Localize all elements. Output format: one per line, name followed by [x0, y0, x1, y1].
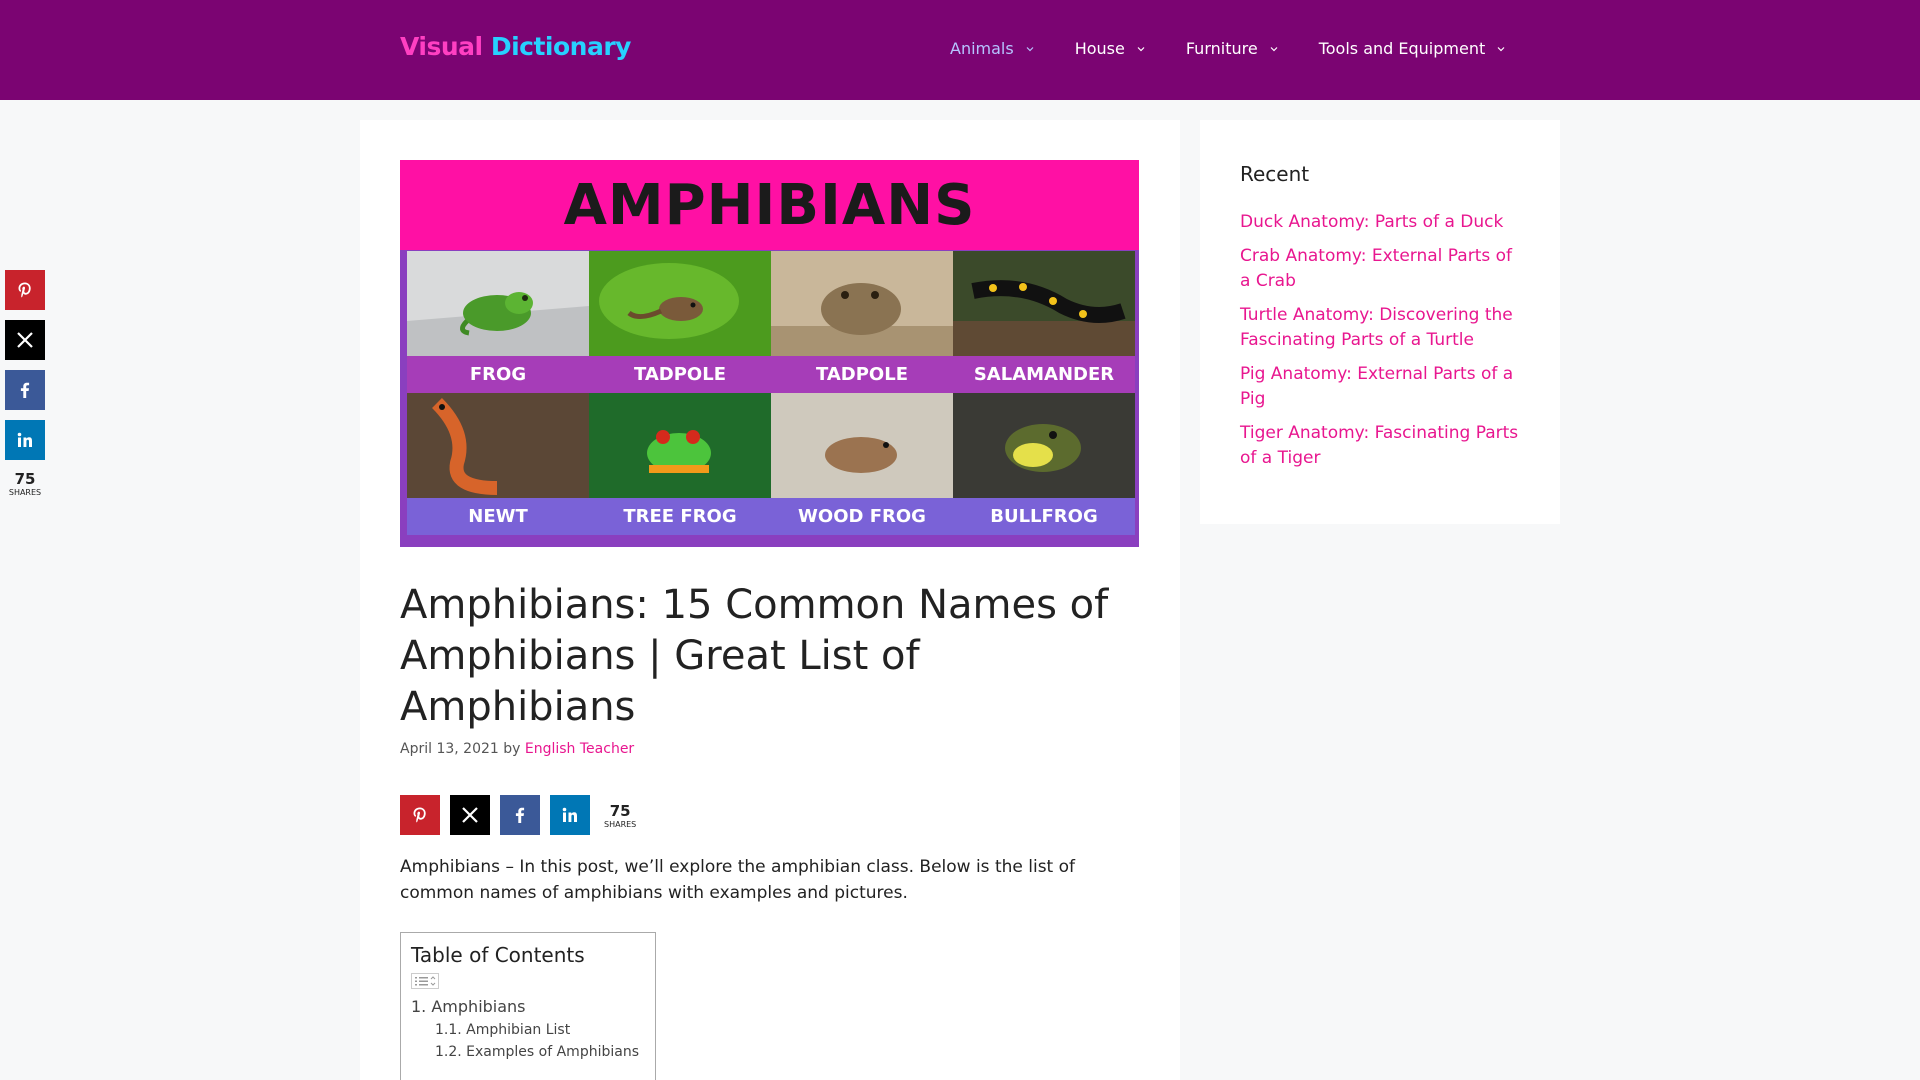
toc-num: 1.1. [435, 1022, 462, 1038]
x-share-button[interactable] [5, 320, 45, 360]
grid-caption: TREE FROG [589, 498, 771, 535]
share-count: 75 [14, 470, 36, 488]
hero-title: AMPHIBIANS [563, 172, 976, 238]
logo-word-visual: Visual [400, 32, 483, 61]
post-meta: April 13, 2021 by English Teacher [400, 741, 634, 757]
toc-item-examples-of-amphibians[interactable]: 1.2. Examples of Amphibians [435, 1044, 645, 1060]
grid-caption: SALAMANDER [953, 356, 1135, 393]
bullfrog-image [953, 393, 1135, 498]
chevron-down-icon [1497, 45, 1505, 53]
site-logo[interactable]: Visual Dictionary [400, 32, 631, 61]
recent-post-link[interactable]: Crab Anatomy: External Parts of a Crab [1240, 244, 1520, 294]
grid-cell-newt: NEWT [407, 393, 589, 535]
grid-caption: BULLFROG [953, 498, 1135, 535]
author-link[interactable]: English Teacher [525, 741, 634, 757]
linkedin-share-button[interactable] [550, 795, 590, 835]
nav-label: Tools and Equipment [1318, 39, 1486, 58]
share-count: 75 [609, 801, 631, 820]
grid-cell-salamander: SALAMANDER [953, 251, 1135, 393]
facebook-share-button[interactable] [500, 795, 540, 835]
facebook-icon [515, 807, 525, 823]
share-label: SHARES [604, 819, 637, 829]
recent-post-link[interactable]: Turtle Anatomy: Discovering the Fascinat… [1240, 303, 1520, 353]
post-date: April 13, 2021 [400, 741, 499, 757]
toc-label: Amphibian List [466, 1022, 571, 1038]
grid-cell-bullfrog: BULLFROG [953, 393, 1135, 535]
sidebar-recent: Recent Duck Anatomy: Parts of a Duck Cra… [1200, 120, 1560, 524]
newt-image [407, 393, 589, 498]
grid-caption: NEWT [407, 498, 589, 535]
grid-cell-frog: FROG [407, 251, 589, 393]
recent-posts-list: Duck Anatomy: Parts of a Duck Crab Anato… [1240, 210, 1520, 471]
chevron-down-icon [1270, 45, 1278, 53]
salamander-image [953, 251, 1135, 356]
toc-label: Examples of Amphibians [466, 1044, 639, 1060]
toc-title: Table of Contents [411, 943, 585, 967]
facebook-share-button[interactable] [5, 370, 45, 410]
chevron-down-icon [1137, 45, 1145, 53]
x-icon [17, 332, 33, 348]
toc-num: 1.2. [435, 1044, 462, 1060]
grid-cell-tadpole: TADPOLE [589, 251, 771, 393]
main-content: AMPHIBIANS FROG TADPOLE TADPOLE SALAMAND… [360, 120, 1180, 1080]
linkedin-icon [562, 807, 577, 822]
nav-label: House [1074, 39, 1125, 58]
floating-share-bar: 75 SHARES [5, 270, 45, 497]
nav-label: Furniture [1185, 39, 1258, 58]
inline-share-count: 75 SHARES [604, 802, 636, 829]
grid-cell-tree-frog: TREE FROG [589, 393, 771, 535]
wood-frog-image [771, 393, 953, 498]
nav-item-furniture[interactable]: Furniture [1186, 39, 1278, 58]
toc-list: 1. Amphibians 1.1. Amphibian List 1.2. E… [411, 997, 645, 1060]
grid-caption: TADPOLE [589, 356, 771, 393]
nav-item-tools-and-equipment[interactable]: Tools and Equipment [1319, 39, 1506, 58]
recent-post-link[interactable]: Duck Anatomy: Parts of a Duck [1240, 210, 1520, 235]
hero-banner: AMPHIBIANS [400, 160, 1139, 250]
nav-item-house[interactable]: House [1075, 39, 1145, 58]
table-of-contents: Table of Contents 1. Amphibians 1.1. Amp… [400, 932, 656, 1080]
x-share-button[interactable] [450, 795, 490, 835]
site-header: Visual Dictionary Animals House Furnitur… [0, 0, 1920, 100]
tree-frog-image [589, 393, 771, 498]
recent-post-link[interactable]: Tiger Anatomy: Fascinating Parts of a Ti… [1240, 421, 1520, 471]
post-title: Amphibians: 15 Common Names of Amphibian… [400, 582, 1109, 730]
nav-item-animals[interactable]: Animals [950, 39, 1034, 58]
pinterest-icon [18, 282, 31, 298]
toc-num: 1. [411, 997, 427, 1016]
grid-caption: WOOD FROG [771, 498, 953, 535]
linkedin-share-button[interactable] [5, 420, 45, 460]
post-by: by [503, 741, 521, 757]
inline-share-bar: 75 SHARES [400, 795, 636, 835]
logo-word-dictionary: Dictionary [490, 32, 632, 61]
x-icon [462, 807, 478, 823]
pinterest-share-button[interactable] [5, 270, 45, 310]
grid-cell-toad: TADPOLE [771, 251, 953, 393]
frog-image [407, 251, 589, 356]
toad-image [771, 251, 953, 356]
intro-paragraph: Amphibians – In this post, we’ll explore… [400, 857, 1076, 903]
grid-cell-wood-frog: WOOD FROG [771, 393, 953, 535]
toc-toggle-icon[interactable] [411, 973, 439, 989]
pinterest-share-button[interactable] [400, 795, 440, 835]
toc-label: Amphibians [431, 997, 526, 1016]
tadpole-image [589, 251, 771, 356]
facebook-icon [20, 382, 30, 398]
toc-item-amphibians[interactable]: 1. Amphibians [411, 997, 645, 1016]
sidebar-title: Recent [1240, 162, 1310, 186]
grid-caption: TADPOLE [771, 356, 953, 393]
featured-image: AMPHIBIANS FROG TADPOLE TADPOLE SALAMAND… [400, 160, 1139, 547]
toc-item-amphibian-list[interactable]: 1.1. Amphibian List [435, 1022, 645, 1038]
share-label: SHARES [8, 488, 42, 497]
grid-caption: FROG [407, 356, 589, 393]
recent-post-link[interactable]: Pig Anatomy: External Parts of a Pig [1240, 362, 1520, 412]
nav-label: Animals [950, 39, 1014, 58]
linkedin-icon [17, 432, 32, 447]
chevron-down-icon [1026, 45, 1034, 53]
main-nav: Animals House Furniture Tools and Equipm… [950, 39, 1546, 58]
pinterest-icon [413, 807, 426, 823]
